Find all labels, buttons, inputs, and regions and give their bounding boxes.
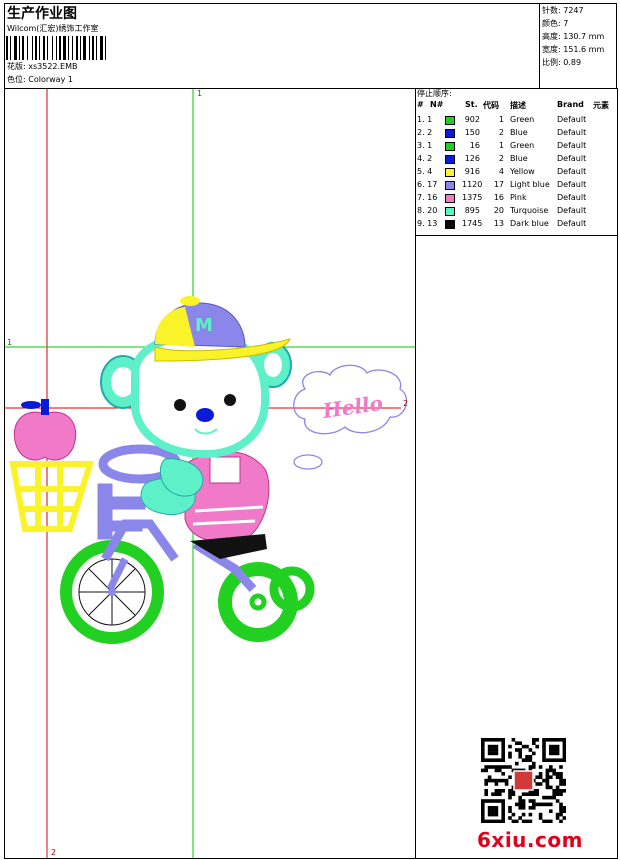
legend-header-code: 代码 — [483, 101, 499, 110]
legend-row-code: 1 — [498, 141, 504, 150]
legend-row-index: 4. 2 — [417, 154, 433, 163]
legend-row-brand: Default — [557, 128, 587, 137]
site-watermark: 6xiu.com — [477, 828, 583, 852]
legend-row-stitches: 1745 — [462, 219, 483, 228]
color-swatch — [445, 129, 455, 138]
design-width: 宽度: 151.6 mm — [542, 45, 605, 54]
legend-row-brand: Default — [557, 193, 587, 202]
legend-row-brand: Default — [557, 115, 587, 124]
legend-row: 2. 2 150 2 Blue Default — [415, 127, 618, 140]
legend-row-description: Light blue — [510, 180, 550, 189]
color-count: 颜色: 7 — [542, 19, 569, 28]
legend-row-stitches: 1375 — [462, 193, 483, 202]
legend-row-code: 4 — [498, 167, 504, 176]
yellow-basket — [9, 461, 95, 532]
legend-row: 3. 1 16 1 Green Default — [415, 140, 618, 153]
color-swatch — [445, 116, 455, 125]
color-swatch — [445, 142, 455, 151]
legend-row-code: 20 — [493, 206, 504, 215]
color-swatch — [445, 220, 455, 229]
legend-row-code: 16 — [493, 193, 504, 202]
legend-row-stitches: 126 — [464, 154, 480, 163]
legend-row-brand: Default — [557, 206, 587, 215]
front-wheel — [218, 562, 315, 642]
legend-header-number: N# — [430, 100, 444, 109]
barcode — [6, 36, 132, 60]
legend-row: 4. 2 126 2 Blue Default — [415, 153, 618, 166]
back-wheel — [60, 540, 164, 644]
legend-row-index: 8. 20 — [417, 206, 438, 215]
legend-row: 9. 13 1745 13 Dark blue Default — [415, 218, 618, 231]
legend-row-brand: Default — [557, 154, 587, 163]
legend-row-stitches: 150 — [464, 128, 480, 137]
legend-row-description: Blue — [510, 128, 528, 137]
legend-row-description: Blue — [510, 154, 528, 163]
legend-header-description: 描述 — [510, 101, 526, 110]
color-swatch — [445, 194, 455, 203]
legend-row-brand: Default — [557, 141, 587, 150]
color-swatch — [445, 168, 455, 177]
stitch-count: 针数: 7247 — [542, 6, 584, 15]
legend-row-index: 2. 2 — [417, 128, 433, 137]
bear-cap: M — [154, 296, 291, 362]
legend-row-stitches: 902 — [464, 115, 480, 124]
legend-header-element: 元素 — [593, 101, 609, 110]
legend-row-stitches: 916 — [464, 167, 480, 176]
legend-row-brand: Default — [557, 167, 587, 176]
legend-header-stitches: St. — [465, 100, 478, 109]
marker-right-red: 2 — [403, 399, 408, 408]
colorway: 色位: Colorway 1 — [7, 75, 73, 84]
legend-row-stitches: 16 — [469, 141, 480, 150]
design-file: 花版: xs3522.EMB — [7, 62, 78, 71]
legend-row-description: Green — [510, 115, 535, 124]
legend-row-description: Pink — [510, 193, 527, 202]
page-title: 生产作业图 — [7, 6, 77, 22]
legend-header-row: # N# St. 代码 描述 Brand 元素 — [415, 100, 618, 112]
marker-bottom-red: 2 — [51, 848, 56, 857]
legend-header-brand: Brand — [557, 100, 584, 109]
legend-row-code: 13 — [493, 219, 504, 228]
legend-row-brand: Default — [557, 219, 587, 228]
legend-row: 6. 17 1120 17 Light blue Default — [415, 179, 618, 192]
marker-left-green: 1 — [7, 338, 12, 347]
legend-row-code: 17 — [493, 180, 504, 189]
legend-row: 5. 4 916 4 Yellow Default — [415, 166, 618, 179]
legend-row-description: Green — [510, 141, 535, 150]
design-scale: 比例: 0.89 — [542, 58, 582, 67]
color-swatch — [445, 207, 455, 216]
legend-row-index: 9. 13 — [417, 219, 438, 228]
embroidery-design-canvas: Hello M 1 1 2 2 — [5, 89, 415, 858]
right-eye — [224, 394, 236, 406]
legend-row-stitches: 1120 — [462, 180, 483, 189]
qr-code — [481, 738, 566, 823]
legend-header-hash: # — [417, 100, 424, 109]
legend-row-index: 3. 1 — [417, 141, 433, 150]
legend-row-index: 5. 4 — [417, 167, 433, 176]
legend-row-index: 1. 1 — [417, 115, 433, 124]
studio-name: Wilcom(汇宏)绣饰工作室 — [7, 24, 99, 33]
nose — [196, 408, 214, 422]
color-swatch — [445, 181, 455, 190]
speech-cloud-bubble — [293, 454, 323, 470]
legend-row: 1. 1 902 1 Green Default — [415, 114, 618, 127]
svg-text:M: M — [195, 315, 213, 336]
legend-row-description: Turquoise — [510, 206, 549, 215]
legend-row-description: Yellow — [510, 167, 535, 176]
legend-row-brand: Default — [557, 180, 587, 189]
left-eye — [174, 399, 186, 411]
legend-row-description: Dark blue — [510, 219, 549, 228]
legend-row: 8. 20 895 20 Turquoise Default — [415, 205, 618, 218]
cloud-hello-text: Hello — [320, 391, 384, 423]
design-height: 高度: 130.7 mm — [542, 32, 605, 41]
marker-top-green: 1 — [197, 89, 202, 98]
legend-row: 7. 16 1375 16 Pink Default — [415, 192, 618, 205]
legend-row-code: 2 — [498, 128, 504, 137]
legend-title: 停止顺序: — [417, 89, 452, 98]
legend-row-index: 7. 16 — [417, 193, 438, 202]
legend-row-code: 1 — [498, 115, 504, 124]
legend-row-code: 2 — [498, 154, 504, 163]
legend-row-stitches: 895 — [464, 206, 480, 215]
color-swatch — [445, 155, 455, 164]
legend-row-index: 6. 17 — [417, 180, 438, 189]
